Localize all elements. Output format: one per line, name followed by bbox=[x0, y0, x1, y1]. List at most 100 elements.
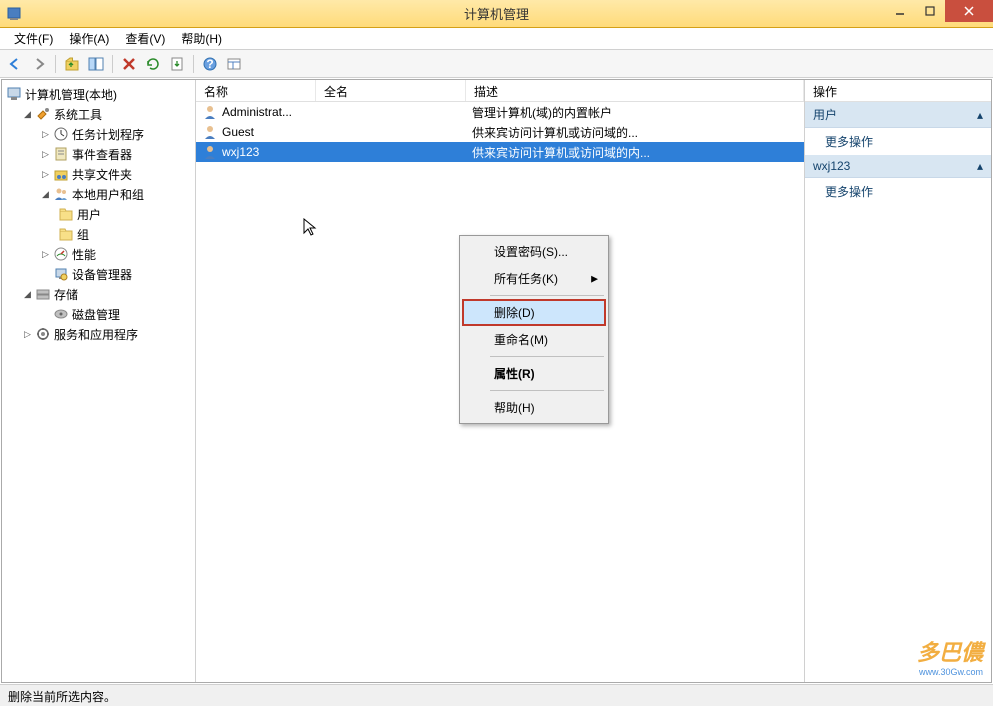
delete-button[interactable] bbox=[118, 53, 140, 75]
menu-action[interactable]: 操作(A) bbox=[61, 28, 117, 49]
list-row[interactable]: wxj123 供来宾访问计算机或访问域的内... bbox=[196, 142, 804, 162]
list-row[interactable]: Administrat...管理计算机(域)的内置帐户 bbox=[196, 102, 804, 122]
tree-services[interactable]: ▷ 服务和应用程序 bbox=[2, 324, 195, 344]
disk-icon bbox=[53, 306, 69, 322]
menu-file[interactable]: 文件(F) bbox=[6, 28, 61, 49]
menu-view[interactable]: 查看(V) bbox=[117, 28, 173, 49]
user-list-panel: 名称 全名 描述 Administrat...管理计算机(域)的内置帐户Gues… bbox=[196, 80, 805, 682]
tree-label: 磁盘管理 bbox=[72, 306, 120, 323]
collapse-arrow-icon: ▴ bbox=[977, 108, 983, 122]
expand-icon[interactable]: ▷ bbox=[40, 169, 51, 180]
show-hide-tree-button[interactable] bbox=[85, 53, 107, 75]
forward-button[interactable] bbox=[28, 53, 50, 75]
tree-shared-folders[interactable]: ▷ 共享文件夹 bbox=[2, 164, 195, 184]
cell-name: Administrat... bbox=[222, 105, 292, 119]
properties-button[interactable] bbox=[223, 53, 245, 75]
list-row[interactable]: Guest 供来宾访问计算机或访问域的... bbox=[196, 122, 804, 142]
tree-label: 设备管理器 bbox=[72, 266, 132, 283]
ctx-separator bbox=[490, 390, 604, 391]
tree-users[interactable]: 用户 bbox=[2, 204, 195, 224]
tools-icon bbox=[35, 106, 51, 122]
tree-label: 性能 bbox=[72, 246, 96, 263]
back-button[interactable] bbox=[4, 53, 26, 75]
tree-storage[interactable]: ◢ 存储 bbox=[2, 284, 195, 304]
submenu-arrow-icon: ▶ bbox=[591, 273, 598, 284]
collapse-icon[interactable]: ◢ bbox=[22, 289, 33, 300]
tree-performance[interactable]: ▷ 性能 bbox=[2, 244, 195, 264]
toolbar-separator bbox=[193, 55, 194, 73]
cell-name: Guest bbox=[222, 125, 254, 139]
toolbar-separator bbox=[112, 55, 113, 73]
tree-root[interactable]: 计算机管理(本地) bbox=[2, 84, 195, 104]
tree-system-tools[interactable]: ◢ 系统工具 bbox=[2, 104, 195, 124]
device-icon bbox=[53, 266, 69, 282]
tree-label: 事件查看器 bbox=[72, 146, 132, 163]
folder-icon bbox=[58, 226, 74, 242]
statusbar: 删除当前所选内容。 bbox=[0, 684, 993, 706]
up-button[interactable] bbox=[61, 53, 83, 75]
actions-panel: 操作 用户 ▴ 更多操作 wxj123 ▴ 更多操作 bbox=[805, 80, 991, 682]
tree-device-manager[interactable]: ▷ 设备管理器 bbox=[2, 264, 195, 284]
tree-groups[interactable]: 组 bbox=[2, 224, 195, 244]
cell-description: 供来宾访问计算机或访问域的... bbox=[466, 124, 804, 141]
ctx-properties[interactable]: 属性(R) bbox=[462, 360, 606, 387]
window-title: 计算机管理 bbox=[464, 4, 529, 23]
event-icon bbox=[53, 146, 69, 162]
menubar: 文件(F) 操作(A) 查看(V) 帮助(H) bbox=[0, 28, 993, 50]
collapse-icon[interactable]: ◢ bbox=[22, 109, 33, 120]
user-icon bbox=[202, 104, 218, 120]
ctx-help[interactable]: 帮助(H) bbox=[462, 394, 606, 421]
collapse-icon[interactable]: ◢ bbox=[40, 189, 51, 200]
tree-disk-management[interactable]: ▷ 磁盘管理 bbox=[2, 304, 195, 324]
expand-icon[interactable]: ▷ bbox=[40, 249, 51, 260]
folder-icon bbox=[58, 206, 74, 222]
toolbar-separator bbox=[55, 55, 56, 73]
minimize-button[interactable] bbox=[885, 0, 915, 22]
cell-description: 供来宾访问计算机或访问域的内... bbox=[466, 144, 804, 161]
close-button[interactable] bbox=[945, 0, 993, 22]
ctx-delete[interactable]: 删除(D) bbox=[462, 299, 606, 326]
services-icon bbox=[35, 326, 51, 342]
context-menu: 设置密码(S)... 所有任务(K) ▶ 删除(D) 重命名(M) 属性(R) … bbox=[459, 235, 609, 424]
tree-label: 存储 bbox=[54, 286, 78, 303]
col-name[interactable]: 名称 bbox=[196, 80, 316, 101]
tree-task-scheduler[interactable]: ▷ 任务计划程序 bbox=[2, 124, 195, 144]
export-button[interactable] bbox=[166, 53, 188, 75]
tree-label: 组 bbox=[77, 226, 89, 243]
maximize-button[interactable] bbox=[915, 0, 945, 22]
ctx-all-tasks[interactable]: 所有任务(K) ▶ bbox=[462, 265, 606, 292]
storage-icon bbox=[35, 286, 51, 302]
ctx-separator bbox=[490, 356, 604, 357]
actions-section-selected[interactable]: wxj123 ▴ bbox=[805, 155, 991, 178]
tree-label: 用户 bbox=[77, 206, 101, 223]
tree-event-viewer[interactable]: ▷ 事件查看器 bbox=[2, 144, 195, 164]
refresh-button[interactable] bbox=[142, 53, 164, 75]
help-button[interactable]: ? bbox=[199, 53, 221, 75]
users-group-icon bbox=[53, 186, 69, 202]
ctx-set-password[interactable]: 设置密码(S)... bbox=[462, 238, 606, 265]
navigation-tree[interactable]: 计算机管理(本地) ◢ 系统工具 ▷ 任务计划程序 ▷ 事件查看器 ▷ 共享文件… bbox=[2, 80, 196, 682]
col-fullname[interactable]: 全名 bbox=[316, 80, 466, 101]
titlebar: 计算机管理 bbox=[0, 0, 993, 28]
ctx-rename[interactable]: 重命名(M) bbox=[462, 326, 606, 353]
tree-local-users[interactable]: ◢ 本地用户和组 bbox=[2, 184, 195, 204]
expand-icon[interactable]: ▷ bbox=[40, 129, 51, 140]
expand-icon[interactable]: ▷ bbox=[22, 329, 33, 340]
list-body: Administrat...管理计算机(域)的内置帐户 Guest 供来宾访问计算机… bbox=[196, 102, 804, 162]
actions-section-users[interactable]: 用户 ▴ bbox=[805, 102, 991, 128]
actions-more-selected[interactable]: 更多操作 bbox=[805, 178, 991, 205]
cell-name: wxj123 bbox=[222, 145, 259, 159]
menu-help[interactable]: 帮助(H) bbox=[173, 28, 230, 49]
computer-icon bbox=[6, 86, 22, 102]
svg-text:?: ? bbox=[206, 57, 213, 71]
actions-more-users[interactable]: 更多操作 bbox=[805, 128, 991, 155]
tree-label: 任务计划程序 bbox=[72, 126, 144, 143]
ctx-separator bbox=[490, 295, 604, 296]
user-icon bbox=[202, 144, 218, 160]
user-icon bbox=[202, 124, 218, 140]
expand-icon[interactable]: ▷ bbox=[40, 149, 51, 160]
tree-label: 本地用户和组 bbox=[72, 186, 144, 203]
tree-label: 共享文件夹 bbox=[72, 166, 132, 183]
col-description[interactable]: 描述 bbox=[466, 80, 804, 101]
tree-label: 计算机管理(本地) bbox=[25, 86, 117, 103]
